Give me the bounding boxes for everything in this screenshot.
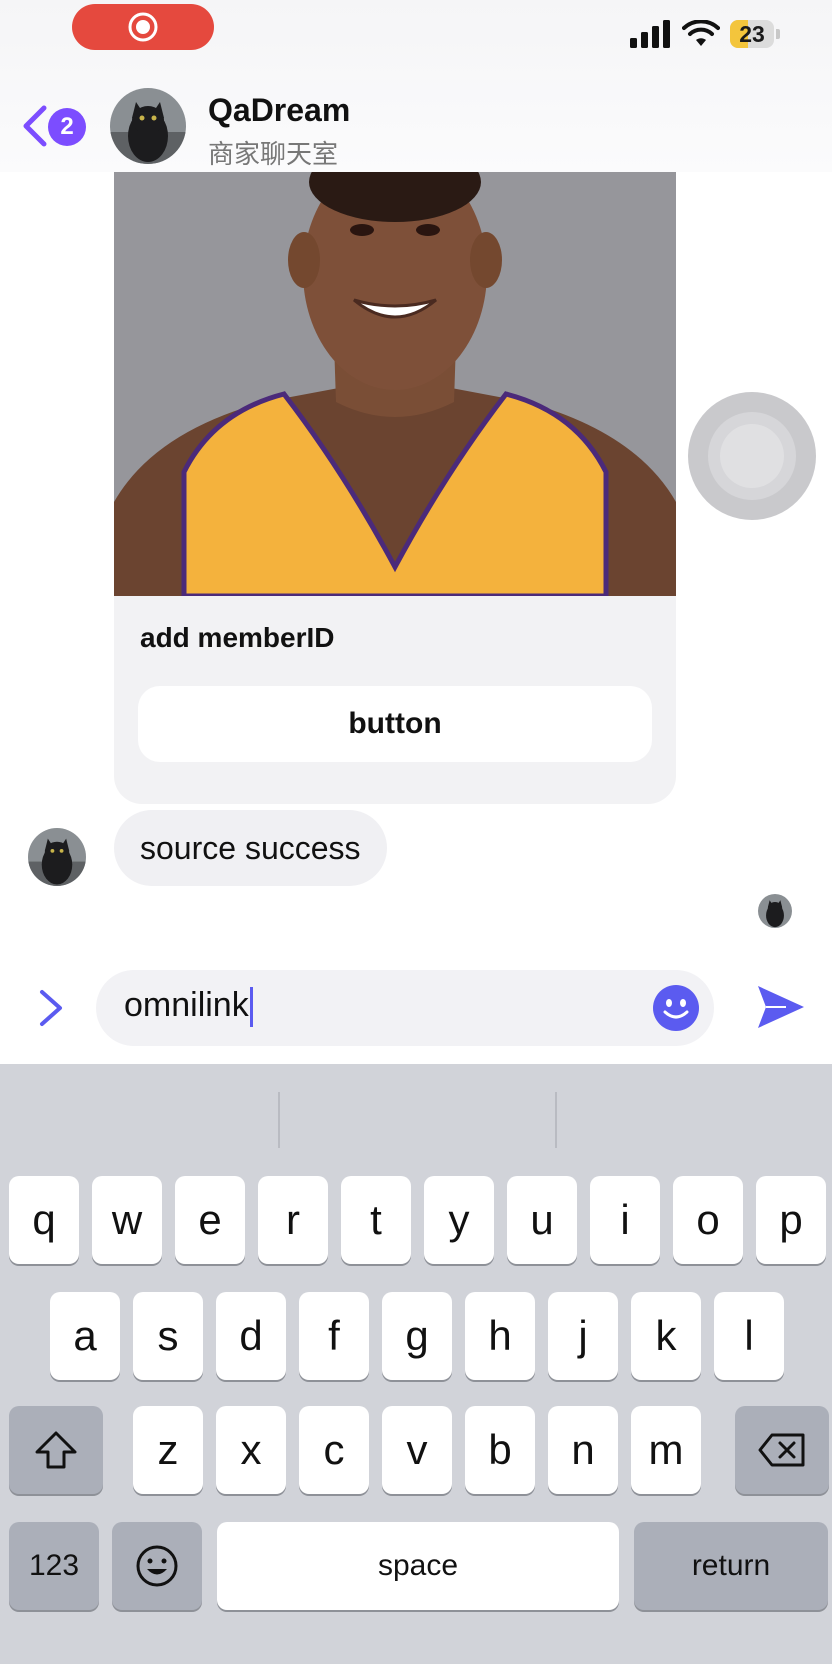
message-text: source success [140, 829, 361, 866]
key-u[interactable]: u [507, 1176, 577, 1264]
floating-button-core [720, 424, 784, 488]
key-o[interactable]: o [673, 1176, 743, 1264]
key-j[interactable]: j [548, 1292, 618, 1380]
cat-avatar-image [110, 88, 186, 164]
sender-avatar[interactable] [28, 828, 86, 886]
status-icons: 23 [630, 18, 780, 50]
cellular-signal-icon [630, 20, 670, 48]
expand-chevron-icon[interactable] [36, 988, 66, 1028]
key-t[interactable]: t [341, 1176, 411, 1264]
key-a[interactable]: a [50, 1292, 120, 1380]
key-w[interactable]: w [92, 1176, 162, 1264]
key-r[interactable]: r [258, 1176, 328, 1264]
key-c[interactable]: c [299, 1406, 369, 1494]
key-h[interactable]: h [465, 1292, 535, 1380]
card-image[interactable] [114, 172, 676, 596]
backspace-icon [758, 1433, 805, 1467]
numbers-key[interactable]: 123 [9, 1522, 99, 1610]
key-i[interactable]: i [590, 1176, 660, 1264]
emoji-keyboard-icon [136, 1545, 178, 1587]
suggestion-divider [555, 1092, 557, 1148]
person-photo [114, 172, 676, 596]
space-key[interactable]: space [217, 1522, 619, 1610]
chat-title: QaDream [208, 92, 351, 128]
delete-key[interactable] [735, 1406, 829, 1494]
key-p[interactable]: p [756, 1176, 826, 1264]
battery-indicator: 23 [730, 20, 774, 48]
text-caret [249, 987, 253, 1028]
message-bubble[interactable]: source success [114, 810, 387, 886]
back-chevron-icon[interactable] [20, 104, 48, 148]
card-title: add memberID [140, 622, 335, 653]
read-receipt-avatar [758, 894, 792, 928]
battery-level: 23 [739, 20, 765, 47]
key-e[interactable]: e [175, 1176, 245, 1264]
unread-count-badge[interactable]: 2 [48, 108, 86, 146]
key-s[interactable]: s [133, 1292, 203, 1380]
cat-avatar-image [28, 828, 86, 886]
chat-subtitle: 商家聊天室 [208, 139, 339, 169]
key-x[interactable]: x [216, 1406, 286, 1494]
chat-avatar[interactable] [110, 88, 186, 164]
record-icon [128, 12, 158, 42]
key-y[interactable]: y [424, 1176, 494, 1264]
key-z[interactable]: z [133, 1406, 203, 1494]
return-key[interactable]: return [634, 1522, 828, 1610]
card-message: add memberID button [114, 172, 676, 804]
key-l[interactable]: l [714, 1292, 784, 1380]
key-m[interactable]: m [631, 1406, 701, 1494]
message-input-value: omnilink [124, 986, 249, 1024]
key-v[interactable]: v [382, 1406, 452, 1494]
message-input-text[interactable]: omnilink [124, 986, 253, 1028]
emoji-icon[interactable] [652, 984, 700, 1032]
key-g[interactable]: g [382, 1292, 452, 1380]
shift-icon [35, 1431, 77, 1469]
cat-avatar-image [758, 894, 792, 928]
send-icon[interactable] [756, 982, 806, 1032]
wifi-icon [682, 20, 720, 46]
card-action-button[interactable]: button [138, 686, 652, 762]
key-k[interactable]: k [631, 1292, 701, 1380]
shift-key[interactable] [9, 1406, 103, 1494]
suggestion-divider [278, 1092, 280, 1148]
key-b[interactable]: b [465, 1406, 535, 1494]
emoji-keyboard-key[interactable] [112, 1522, 202, 1610]
key-n[interactable]: n [548, 1406, 618, 1494]
key-f[interactable]: f [299, 1292, 369, 1380]
key-q[interactable]: q [9, 1176, 79, 1264]
battery-cap [776, 29, 780, 39]
key-d[interactable]: d [216, 1292, 286, 1380]
keyboard: q w e r t y u i o p a s d f g h j k l z x c v b n m 123 space return [0, 1064, 832, 1664]
